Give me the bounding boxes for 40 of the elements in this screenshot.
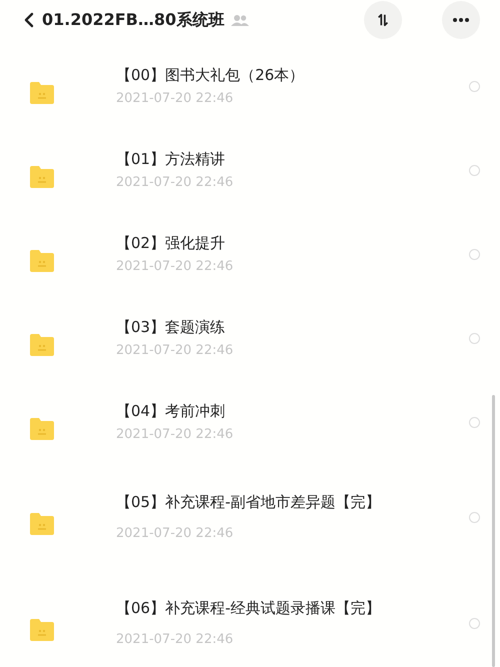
folder-item[interactable]: 【02】强化提升 2021-07-20 22:46 [0,212,500,296]
folder-icon [28,333,56,357]
folder-name: 【00】图书大礼包（26本） [116,66,306,85]
folder-name: 【04】考前冲刺 [116,402,226,421]
back-icon[interactable] [24,12,34,28]
select-radio[interactable] [469,416,480,428]
select-radio[interactable] [469,164,480,176]
modified-date: 2021-07-20 22:46 [116,175,234,190]
folder-item[interactable]: 【00】图书大礼包（26本） 2021-07-20 22:46 [0,44,500,128]
folder-name: 【05】补充课程-副省地市差异题【完】 [116,493,382,512]
folder-name: 【01】方法精讲 [116,150,226,169]
select-radio[interactable] [469,248,480,260]
select-radio[interactable] [469,332,480,344]
select-radio[interactable] [469,618,480,628]
folder-icon [28,165,56,189]
folder-icon [28,618,56,642]
modified-date: 2021-07-20 22:46 [116,259,234,274]
modified-date: 2021-07-20 22:46 [116,91,234,106]
folder-icon [28,417,56,441]
modified-date: 2021-07-20 22:46 [116,343,234,358]
folder-icon [28,512,56,536]
folder-name: 【06】补充课程-经典试题录播课【完】 [116,599,382,618]
more-button[interactable] [442,1,480,39]
modified-date: 2021-07-20 22:46 [116,427,234,442]
folder-icon [28,81,56,105]
modified-date: 2021-07-20 22:46 [116,526,234,541]
select-radio[interactable] [469,512,480,522]
modified-date: 2021-07-20 22:46 [116,632,234,647]
folder-name: 【02】强化提升 [116,234,226,253]
select-radio[interactable] [469,80,480,92]
folder-name: 【03】套题演练 [116,318,226,337]
folder-item[interactable]: 【03】套题演练 2021-07-20 22:46 [0,296,500,380]
folder-title: 01.2022FB…80系统班 [42,10,224,30]
folder-icon [28,249,56,273]
folder-item[interactable]: 【05】补充课程-副省地市差异题【完】 2021-07-20 22:46 [0,464,500,570]
people-icon [230,14,250,26]
folder-item[interactable]: 【01】方法精讲 2021-07-20 22:46 [0,128,500,212]
folder-item[interactable]: 【06】补充课程-经典试题录播课【完】 2021-07-20 22:46 [0,570,500,667]
folder-item[interactable]: 【04】考前冲刺 2021-07-20 22:46 [0,380,500,464]
sort-button[interactable] [364,1,402,39]
